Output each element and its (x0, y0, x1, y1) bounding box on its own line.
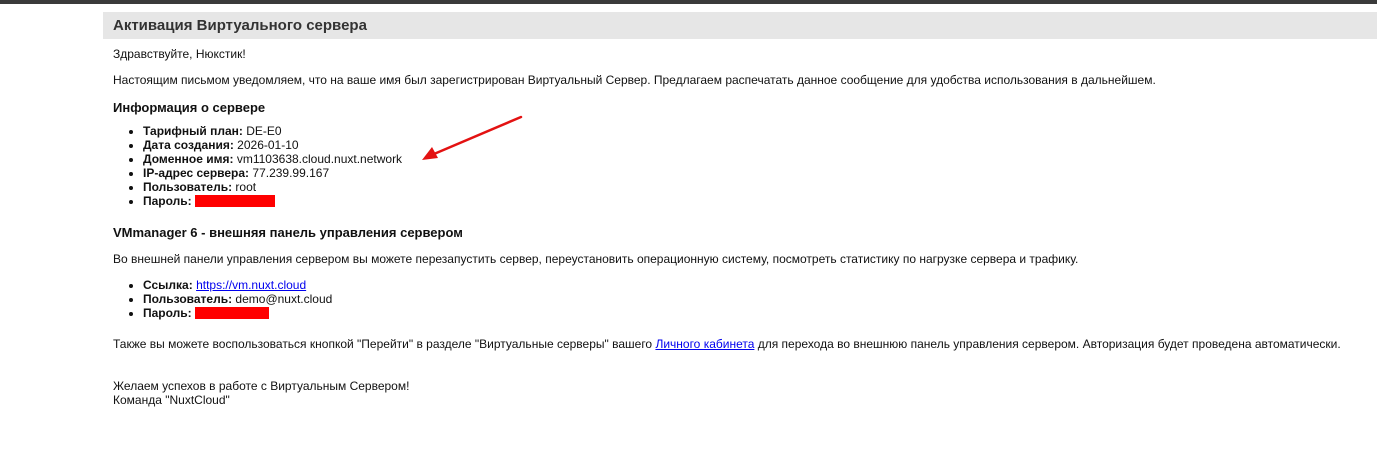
red-annotation-arrow-icon (422, 115, 523, 160)
